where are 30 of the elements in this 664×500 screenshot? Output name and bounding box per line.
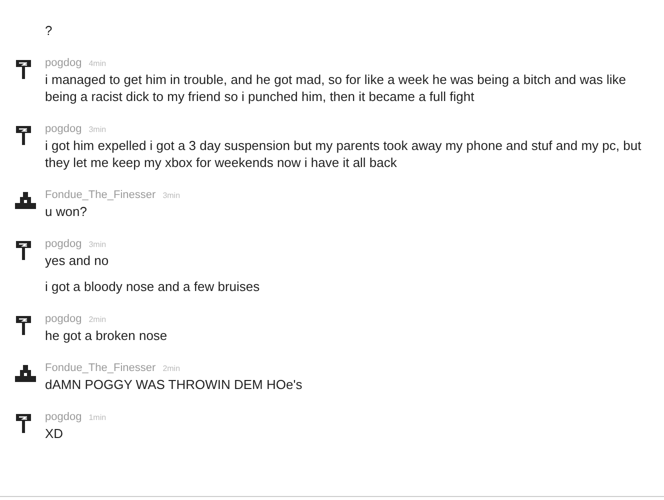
username[interactable]: Fondue_The_Finesser [45, 189, 156, 201]
timestamp: 2min [88, 315, 106, 324]
avatar-icon [15, 316, 32, 335]
username[interactable]: pogdog [45, 313, 82, 325]
message-text: i got him expelled i got a 3 day suspension but my parents took away my phone and stuf and my pc, but they let me keep my xbox for weekends now i have it all back [45, 138, 642, 170]
avatar-icon [15, 126, 32, 145]
avatar-icon [15, 241, 32, 260]
message-text: i managed to get him in trouble, and he got mad, so for like a week he was being a bitch and was like being a racist dick to my friend so i punched him, then it became a full fight [45, 72, 626, 104]
avatar-icon [15, 365, 36, 382]
username[interactable]: pogdog [45, 123, 82, 135]
message-text: he got a broken nose [45, 328, 168, 343]
timestamp: 3min [162, 191, 180, 200]
avatar-icon [15, 192, 36, 209]
message-text: ? [45, 23, 52, 38]
message-text: i got a bloody nose and a few bruises [45, 279, 260, 294]
username[interactable]: pogdog [45, 411, 82, 423]
username[interactable]: pogdog [45, 238, 82, 250]
timestamp: 2min [162, 364, 180, 373]
avatar-icon [15, 414, 32, 433]
message-text: u won? [45, 204, 87, 219]
timestamp: 3min [88, 125, 106, 134]
timestamp: 3min [88, 240, 106, 249]
message-text: dAMN POGGY WAS THROWIN DEM HOe's [45, 377, 302, 392]
message-text: yes and no [45, 253, 109, 268]
avatar-icon [15, 60, 32, 79]
username[interactable]: pogdog [45, 57, 82, 69]
timestamp: 4min [88, 59, 106, 68]
message-text: XD [45, 426, 64, 441]
username[interactable]: Fondue_The_Finesser [45, 362, 156, 374]
timestamp: 1min [88, 413, 106, 422]
